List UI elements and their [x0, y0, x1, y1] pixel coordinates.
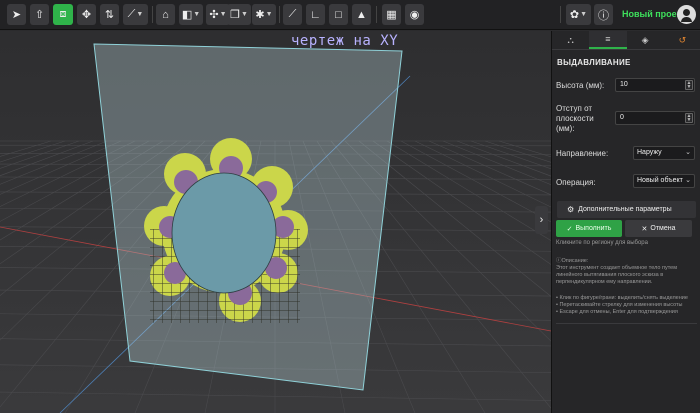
app-window: ➤ ⇧ ⧈ ✥ ⇅ ⟋ ▼ ⌂ ◧ ▼ ✣ ▼ ❐ ▼ ✱ ▼ ⟋ ∟ □ ▲ ▦ ◉ ✿… — [0, 0, 700, 413]
description: ⓘОписание: Этот инструмент создает объем… — [556, 258, 697, 286]
description-title-text: Описание: — [561, 258, 589, 264]
offset-spinner[interactable]: ▲ ▼ — [685, 113, 693, 123]
offset-label-line2: плоскости — [556, 114, 594, 123]
angle-icon[interactable]: ∟ — [306, 4, 325, 25]
panel-title: ВЫДАВЛИВАНИЕ — [557, 58, 631, 67]
height-spinner[interactable]: ▲ ▼ — [685, 80, 693, 90]
direction-select[interactable]: Наружу ⌄ — [633, 146, 695, 160]
sliders-icon: ≡ — [605, 34, 611, 44]
toolbar-divider — [376, 6, 377, 23]
tab-layers[interactable]: ◈ — [627, 31, 664, 49]
description-text: Этот инструмент создает объемное тело пу… — [556, 265, 677, 285]
pattern-icon[interactable]: ✱ ▼ — [252, 4, 276, 25]
advanced-params-button[interactable]: ⚙ Дополнительные параметры — [557, 201, 696, 218]
fillet-icon[interactable]: ⌂ — [156, 4, 175, 25]
scene-canvas[interactable] — [0, 31, 551, 413]
offset-value: 0 — [620, 114, 624, 121]
grid-icon[interactable]: ▦ — [382, 4, 401, 25]
selection-hint: Кликните по региону для выбора — [556, 240, 648, 246]
tip-item: • Перетаскивайте стрелку для изменения в… — [556, 302, 683, 308]
offset-label-line1: Отступ от — [556, 104, 593, 113]
operation-select[interactable]: Новый объект ⌄ — [633, 174, 695, 188]
height-value: 10 — [620, 81, 628, 88]
move-axis-icon[interactable]: ✥ — [77, 4, 96, 25]
check-icon: ✓ — [566, 225, 573, 233]
export-icon[interactable]: ⇧ — [30, 4, 49, 25]
cancel-button-label: Отмена — [650, 225, 676, 232]
close-icon: ✕ — [641, 225, 648, 233]
layers-icon: ◈ — [641, 34, 649, 45]
offset-field[interactable]: 0 ▲ ▼ — [615, 111, 695, 125]
cursor-icon[interactable]: ➤ — [7, 4, 26, 25]
run-button-label: Выполнить — [575, 225, 612, 232]
divider — [556, 323, 697, 324]
graduation-icon[interactable]: ▲ — [352, 4, 371, 25]
boolean-icon[interactable]: ◧ ▼ — [179, 4, 203, 25]
tree-icon: ⛬ — [567, 34, 574, 45]
avatar[interactable] — [677, 5, 696, 24]
run-button[interactable]: ✓ Выполнить — [556, 220, 622, 237]
chevron-down-icon: ⌄ — [685, 177, 691, 184]
duplicate-icon[interactable]: ❐ ▼ — [227, 4, 251, 25]
tab-history[interactable]: ↺ — [664, 31, 700, 49]
height-label: Высота (мм): — [556, 81, 605, 90]
measure-icon[interactable]: ⟋ — [283, 4, 302, 25]
operation-label: Операция: — [556, 178, 596, 187]
history-icon: ↺ — [678, 34, 687, 45]
toolbar-divider — [152, 6, 153, 23]
toolbar-divider — [279, 6, 280, 23]
tip-item: • Клик по фигуре/грани: выделить/снять в… — [556, 295, 688, 301]
advanced-params-label: Дополнительные параметры — [578, 206, 672, 213]
toolbar-divider — [560, 6, 561, 23]
info-icon[interactable]: ⓘ — [594, 4, 613, 25]
description-title: ⓘОписание: — [556, 258, 697, 265]
line-tool-icon[interactable]: ⟋ ▼ — [123, 4, 148, 25]
chevron-down-icon: ⌄ — [685, 149, 691, 156]
tab-parameters[interactable]: ≡ — [589, 31, 627, 49]
tip-item: • Escape для отмены, Enter для подтвержд… — [556, 309, 678, 315]
gear-icon: ⚙ — [567, 205, 575, 214]
settings-icon[interactable]: ✿ ▼ — [566, 4, 591, 25]
cancel-button[interactable]: ✕ Отмена — [625, 220, 692, 237]
tips-list: • Клик по фигуре/грани: выделить/снять в… — [556, 295, 697, 316]
main-toolbar: ➤ ⇧ ⧈ ✥ ⇅ ⟋ ▼ ⌂ ◧ ▼ ✣ ▼ ❐ ▼ ✱ ▼ ⟋ ∟ □ ▲ ▦ ◉ ✿… — [0, 0, 700, 30]
revolve-icon[interactable]: ⇅ — [100, 4, 119, 25]
direction-value: Наружу — [637, 149, 662, 156]
properties-panel: ⛬ ≡ ◈ ↺ ВЫДАВЛИВАНИЕ Высота (мм): 10 ▲ ▼ … — [551, 31, 700, 413]
tab-tree[interactable]: ⛬ — [552, 31, 589, 49]
offset-label-line3: (мм): — [556, 124, 575, 133]
direction-label: Направление: — [556, 149, 609, 158]
offset-label: Отступ от плоскости (мм): — [556, 104, 594, 134]
center-region[interactable] — [171, 172, 277, 294]
height-field[interactable]: 10 ▲ ▼ — [615, 78, 695, 92]
panel-collapse-button[interactable]: › — [535, 206, 548, 234]
panel-tabs: ⛬ ≡ ◈ ↺ — [552, 31, 700, 50]
snap-icon[interactable]: ◉ — [405, 4, 424, 25]
chevron-right-icon: › — [539, 214, 544, 226]
square-icon[interactable]: □ — [329, 4, 348, 25]
extrude-icon[interactable]: ⧈ — [53, 4, 73, 25]
operation-value: Новый объект — [637, 177, 683, 184]
3d-viewport[interactable]: чертеж на XY — [0, 31, 551, 413]
sketch-label: чертеж на XY — [291, 33, 399, 49]
